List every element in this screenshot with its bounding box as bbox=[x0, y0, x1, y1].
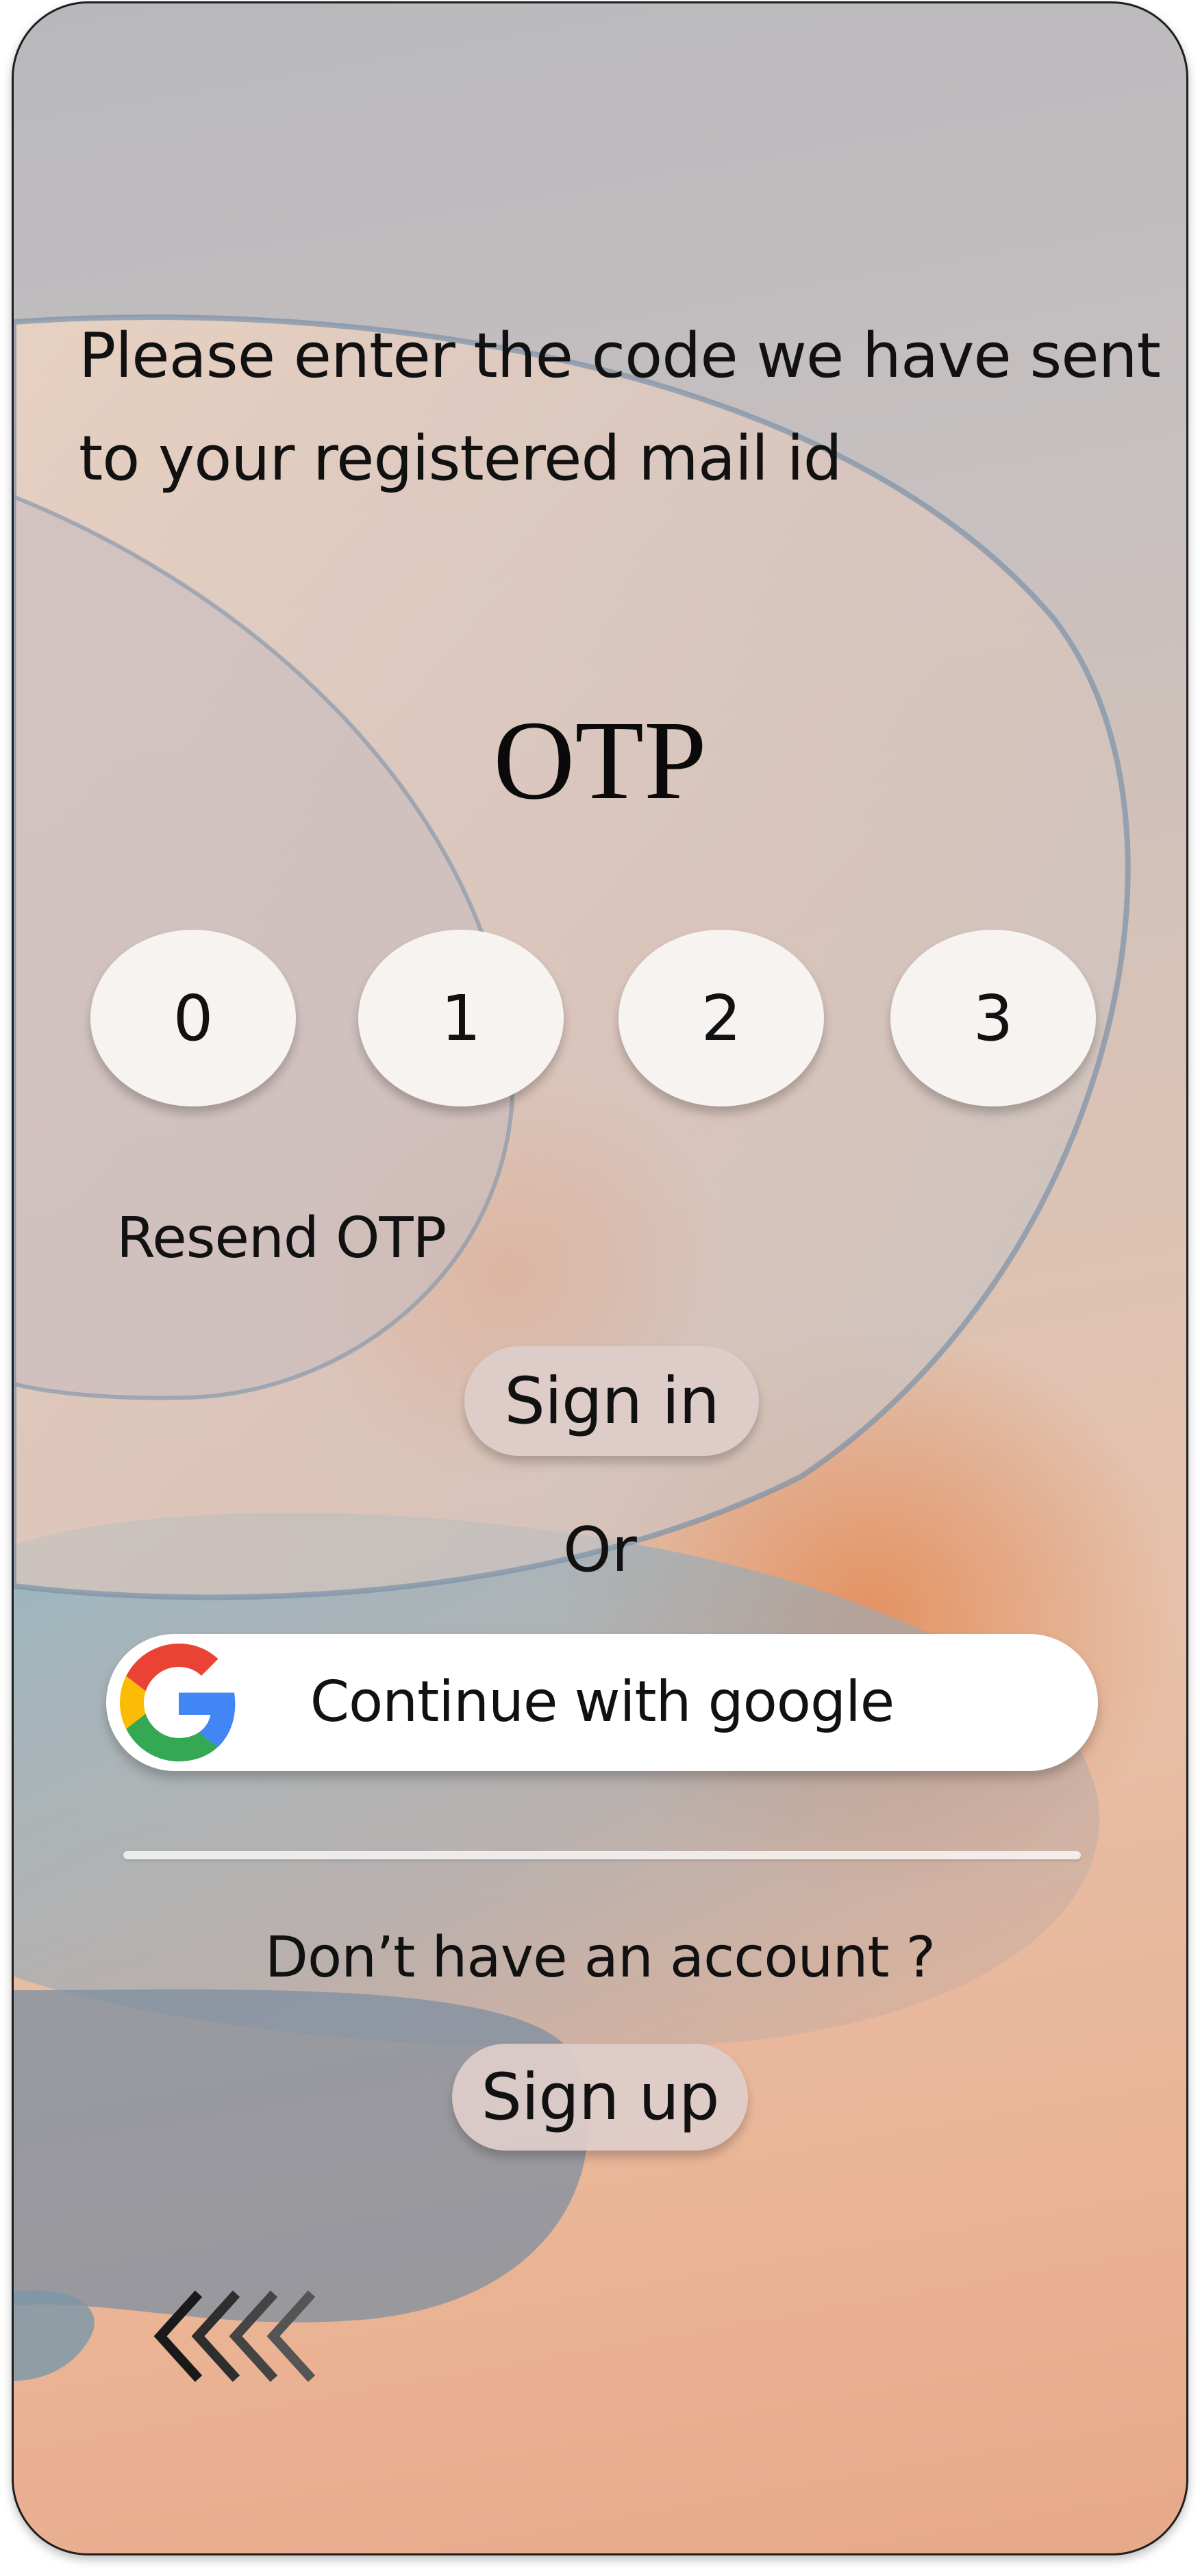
phone-screen: Please enter the code we have sent to yo… bbox=[12, 1, 1188, 2555]
sign-up-button[interactable]: Sign up bbox=[452, 2044, 748, 2151]
chevrons-left-icon[interactable] bbox=[151, 2288, 315, 2384]
no-account-prompt: Don’t have an account ? bbox=[264, 1925, 936, 1990]
otp-digit-1[interactable]: 0 bbox=[90, 930, 296, 1106]
otp-digit-4[interactable]: 3 bbox=[890, 930, 1096, 1106]
continue-with-google-button[interactable]: Continue with google bbox=[106, 1634, 1098, 1771]
page-title: OTP bbox=[493, 697, 707, 823]
otp-digit-2[interactable]: 1 bbox=[358, 930, 564, 1106]
or-separator-label: Or bbox=[563, 1514, 637, 1586]
resend-otp-link[interactable]: Resend OTP bbox=[116, 1206, 447, 1271]
google-button-label: Continue with google bbox=[310, 1670, 895, 1735]
sign-in-button[interactable]: Sign in bbox=[464, 1346, 759, 1456]
otp-instructions: Please enter the code we have sent to yo… bbox=[79, 320, 1161, 495]
divider bbox=[123, 1851, 1081, 1859]
otp-digit-3[interactable]: 2 bbox=[618, 930, 824, 1106]
